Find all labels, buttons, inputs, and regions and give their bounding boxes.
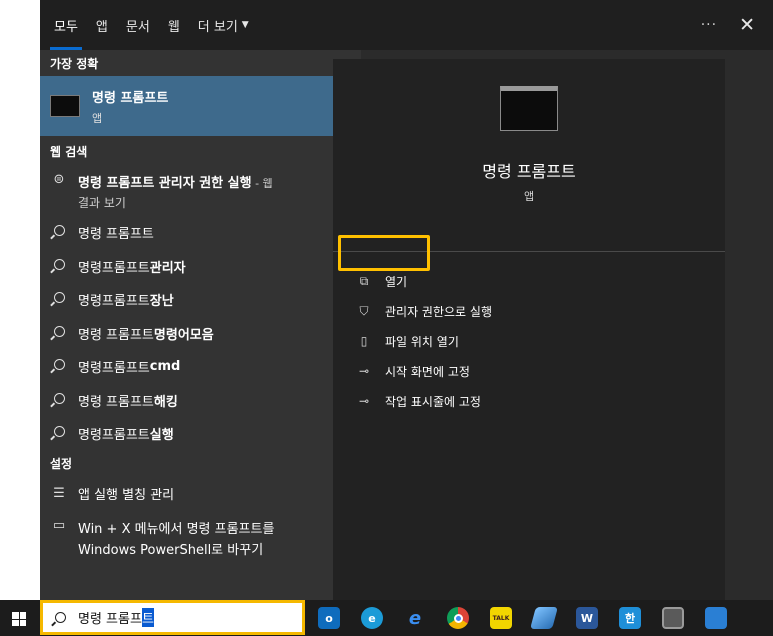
- tab-all[interactable]: 모두: [50, 0, 82, 50]
- keyboard-icon: ▭: [52, 518, 66, 533]
- media-app-icon[interactable]: [705, 607, 727, 629]
- hangul-icon[interactable]: 한: [619, 607, 641, 629]
- open-icon: ⧉: [359, 273, 369, 288]
- chrome-icon[interactable]: [447, 607, 469, 629]
- search-icon: [53, 392, 65, 404]
- search-tab-bar: 모두 앱 문서 웹 더 보기 ▼ ··· ✕: [40, 0, 773, 50]
- search-icon: [53, 325, 65, 337]
- note-app-icon[interactable]: [530, 607, 558, 629]
- results-list: 가장 정확 명령 프롬프트 앱 웹 검색 ⊜ 명령 프롬프트 관리자 권한 실행…: [40, 50, 361, 600]
- screen: 모두 앱 문서 웹 더 보기 ▼ ··· ✕ 가장 정확 명령 프롬프트 앱 웹 …: [0, 0, 773, 636]
- outlook-icon[interactable]: o: [318, 607, 340, 629]
- web-result-item[interactable]: 명령프롬프트 관리자 ›: [40, 250, 361, 284]
- command-prompt-large-icon: [500, 86, 558, 131]
- taskbar: 명령 프롬프 트 o e e TALK W 한: [0, 600, 773, 636]
- tab-more[interactable]: 더 보기 ▼: [198, 0, 249, 50]
- list-settings-icon: ☰: [53, 485, 65, 501]
- calculator-icon[interactable]: [662, 607, 684, 629]
- pin-icon: ⊸: [358, 364, 370, 378]
- admin-shield-icon: ⛉: [359, 303, 369, 318]
- tab-documents[interactable]: 문서: [126, 0, 150, 50]
- web-result-item[interactable]: 명령프롬프트 장난 ›: [40, 283, 361, 317]
- command-prompt-icon: [50, 95, 80, 117]
- best-match-subtitle: 앱: [92, 111, 103, 125]
- search-icon: [55, 612, 66, 623]
- chevron-down-icon: ▼: [241, 20, 249, 30]
- web-result-item[interactable]: 명령 프롬프트 해킹 ›: [40, 384, 361, 418]
- web-result-item[interactable]: 명령프롬프트 cmd ›: [40, 350, 361, 384]
- web-search-icon: ⊜: [53, 172, 65, 187]
- windows-start-icon[interactable]: [12, 612, 26, 626]
- internet-explorer-icon[interactable]: e: [404, 607, 426, 629]
- tab-web[interactable]: 웹: [168, 0, 180, 50]
- action-pin-to-start[interactable]: ⊸ 시작 화면에 고정: [333, 356, 725, 386]
- section-best-match: 가장 정확: [50, 56, 99, 71]
- search-icon: [53, 426, 65, 438]
- web-result-item[interactable]: 명령 프롬프트 명령어모음 ›: [40, 317, 361, 351]
- section-settings: 설정: [50, 457, 73, 471]
- web-result-item[interactable]: 명령프롬프트 실행 ›: [40, 417, 361, 451]
- action-pin-to-taskbar[interactable]: ⊸ 작업 표시줄에 고정: [333, 386, 725, 416]
- web-result-item[interactable]: ⊜ 명령 프롬프트 관리자 권한 실행 - 웹 결과 보기 ›: [40, 164, 361, 216]
- file-location-icon: ▯: [360, 334, 368, 348]
- settings-result-item[interactable]: ▭ Win + X 메뉴에서 명령 프롬프트를 Windows PowerShe…: [40, 510, 361, 566]
- section-web-search: 웹 검색: [50, 144, 88, 159]
- edge-icon[interactable]: e: [361, 607, 383, 629]
- tab-apps[interactable]: 앱: [96, 0, 108, 50]
- best-match-item[interactable]: 명령 프롬프트 앱: [40, 76, 361, 136]
- search-icon: [53, 258, 65, 270]
- search-icon: [53, 292, 65, 304]
- taskbar-search-input[interactable]: 명령 프롬프 트: [40, 600, 305, 635]
- close-icon[interactable]: ✕: [739, 14, 755, 36]
- search-icon: [53, 359, 65, 371]
- settings-result-item[interactable]: ☰ 앱 실행 별칭 관리 ›: [40, 477, 361, 511]
- word-icon[interactable]: W: [576, 607, 598, 629]
- kakaotalk-icon[interactable]: TALK: [490, 607, 512, 629]
- preview-title: 명령 프롬프트: [482, 162, 576, 181]
- more-options-icon[interactable]: ···: [701, 17, 717, 33]
- preview-pane: 명령 프롬프트 앱 ⧉ 열기 ⛉ 관리자 권한으로 실행 ▯ 파일 위치 열기 ⊸ 시작…: [333, 59, 725, 600]
- pin-icon: ⊸: [358, 394, 370, 408]
- search-icon: [53, 225, 65, 237]
- web-result-item[interactable]: 명령 프롬프트 ›: [40, 216, 361, 250]
- best-match-title: 명령 프롬프트: [92, 90, 169, 106]
- action-open[interactable]: ⧉ 열기: [333, 266, 725, 296]
- preview-subtitle: 앱: [523, 190, 535, 203]
- action-run-as-admin[interactable]: ⛉ 관리자 권한으로 실행: [333, 296, 725, 326]
- action-open-file-location[interactable]: ▯ 파일 위치 열기: [333, 326, 725, 356]
- desktop-background: [0, 0, 40, 600]
